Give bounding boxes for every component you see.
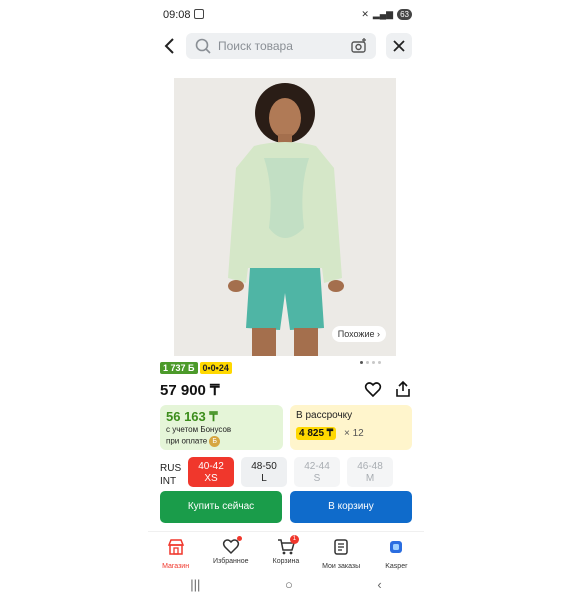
nav-label: Избранное — [213, 558, 249, 565]
bonus-badge: 1 737 Б — [160, 362, 198, 374]
similar-button[interactable]: Похожие › — [331, 326, 386, 342]
search-icon — [195, 38, 211, 54]
bonus-coin-icon: Б — [209, 436, 221, 447]
size-label-int: INT — [160, 476, 177, 487]
shop-icon — [167, 539, 184, 555]
app-screen: 09:08 ✕ ▂▄▆ 63 Поиск товара Похожие › 1 … — [148, 0, 424, 600]
notification-dot — [236, 536, 242, 541]
cart-count-badge: 1 — [289, 535, 299, 544]
product-photo — [174, 78, 396, 356]
size-selector: 40-42 XS 48-50 L 42-44 S 46-48 M — [188, 457, 393, 487]
bonus-price: 56 163 ₸ — [166, 409, 218, 424]
kasper-icon — [390, 541, 403, 553]
nav-item-orders[interactable]: Мои заказы — [314, 532, 369, 571]
system-navigation: ||| ○ ‹ — [148, 574, 424, 594]
size-int: XS — [204, 473, 218, 484]
pager-dot — [360, 361, 363, 364]
close-button[interactable] — [386, 33, 412, 59]
size-int: S — [313, 473, 321, 484]
back-icon[interactable]: ‹ — [377, 577, 381, 592]
size-option-s[interactable]: 42-44 S — [294, 457, 340, 487]
bottom-navigation: Магазин Избранное 1 Корзина Мои заказы K… — [148, 531, 424, 571]
similar-label: Похожие — [337, 329, 375, 339]
nav-label: Мои заказы — [322, 563, 361, 570]
installment-title: В рассрочку — [296, 410, 353, 421]
product-price: 57 900 ₸ — [160, 382, 220, 399]
home-icon[interactable]: ○ — [285, 577, 293, 592]
installment-card[interactable]: В рассрочку 4 825 ₸ × 12 — [290, 405, 412, 450]
size-rus: 48-50 — [251, 461, 277, 472]
share-icon[interactable] — [394, 380, 412, 398]
size-rus: 46-48 — [357, 461, 383, 472]
size-option-xs[interactable]: 40-42 XS — [188, 457, 234, 487]
nav-item-kasper[interactable]: Kasper — [369, 532, 424, 571]
screen-record-icon — [194, 9, 204, 19]
orders-icon — [334, 539, 348, 555]
recent-apps-icon[interactable]: ||| — [190, 577, 200, 592]
search-placeholder: Поиск товара — [218, 39, 293, 53]
nav-item-favorites[interactable]: Избранное — [203, 532, 258, 571]
installment-payment: 4 825 ₸ — [296, 427, 337, 440]
size-int: M — [365, 473, 375, 484]
nav-item-shop[interactable]: Магазин — [148, 532, 203, 571]
bonus-note-line1: с учетом Бонусов — [166, 425, 232, 434]
size-rus: 40-42 — [198, 461, 224, 472]
status-bar: 09:08 ✕ ▂▄▆ 63 — [148, 8, 424, 24]
pager-dot — [372, 361, 375, 364]
nav-label: Kasper — [385, 563, 408, 570]
signal-icon: ▂▄▆ — [372, 9, 394, 19]
installment-badge: 0•0•24 — [199, 362, 232, 374]
search-input[interactable]: Поиск товара — [186, 33, 376, 59]
size-option-l[interactable]: 48-50 L — [241, 457, 287, 487]
status-icons: ✕ ▂▄▆ 63 — [361, 9, 412, 20]
heart-icon — [222, 539, 239, 555]
bonus-note-text: при оплате — [166, 436, 208, 446]
back-arrow-icon[interactable] — [160, 36, 180, 56]
size-label-rus: RUS — [160, 463, 182, 474]
close-icon — [393, 40, 405, 52]
search-header: Поиск товара — [148, 30, 424, 62]
promo-badges: 1 737 Б 0•0•24 — [160, 362, 232, 374]
installment-multiplier: × 12 — [344, 428, 364, 439]
heart-icon[interactable] — [364, 381, 382, 399]
nav-item-cart[interactable]: 1 Корзина — [258, 532, 313, 571]
add-to-cart-button[interactable]: В корзину — [290, 491, 412, 523]
mute-icon: ✕ — [361, 9, 369, 19]
status-time: 09:08 — [163, 9, 191, 21]
bonus-price-card[interactable]: 56 163 ₸ с учетом Бонусов при оплате Б — [160, 405, 283, 450]
pager-dot — [366, 361, 369, 364]
chevron-right-icon: › — [377, 329, 380, 339]
size-option-m[interactable]: 46-48 M — [347, 457, 393, 487]
size-system-labels: RUS INT — [160, 462, 181, 488]
bonus-note-line2: при оплате Б — [166, 436, 221, 447]
image-pager-dots — [360, 361, 381, 364]
nav-label: Магазин — [162, 563, 190, 570]
nav-icon-wrap — [222, 536, 242, 556]
battery-indicator: 63 — [397, 9, 412, 20]
pager-dot — [378, 361, 381, 364]
size-rus: 42-44 — [304, 461, 330, 472]
camera-search-icon[interactable] — [350, 37, 368, 55]
size-int: L — [261, 473, 267, 484]
nav-icon-wrap: 1 — [277, 535, 299, 556]
nav-label: Корзина — [272, 558, 300, 565]
product-image[interactable]: Похожие › — [174, 78, 396, 356]
buy-now-button[interactable]: Купить сейчас — [160, 491, 282, 523]
